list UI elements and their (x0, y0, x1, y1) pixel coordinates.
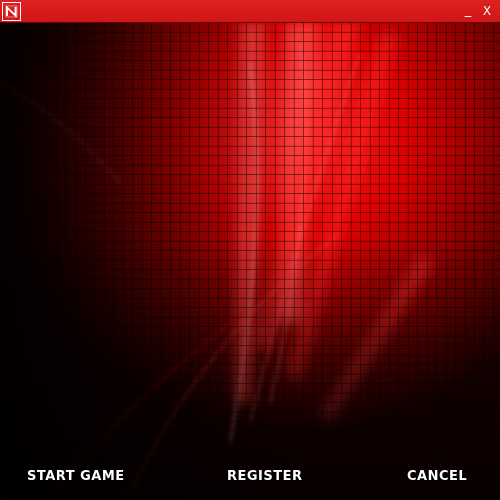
start-game-button[interactable]: START GAME (27, 466, 125, 488)
launcher-window: _ X START GAME REGISTER CANCEL (0, 0, 500, 500)
minimize-button[interactable]: _ (460, 2, 476, 20)
background-artwork (0, 23, 500, 500)
close-button[interactable]: X (479, 2, 495, 20)
cancel-button[interactable]: CANCEL (407, 466, 467, 488)
register-button[interactable]: REGISTER (227, 466, 303, 488)
title-bar[interactable]: _ X (0, 0, 500, 23)
app-logo-icon (2, 2, 21, 21)
